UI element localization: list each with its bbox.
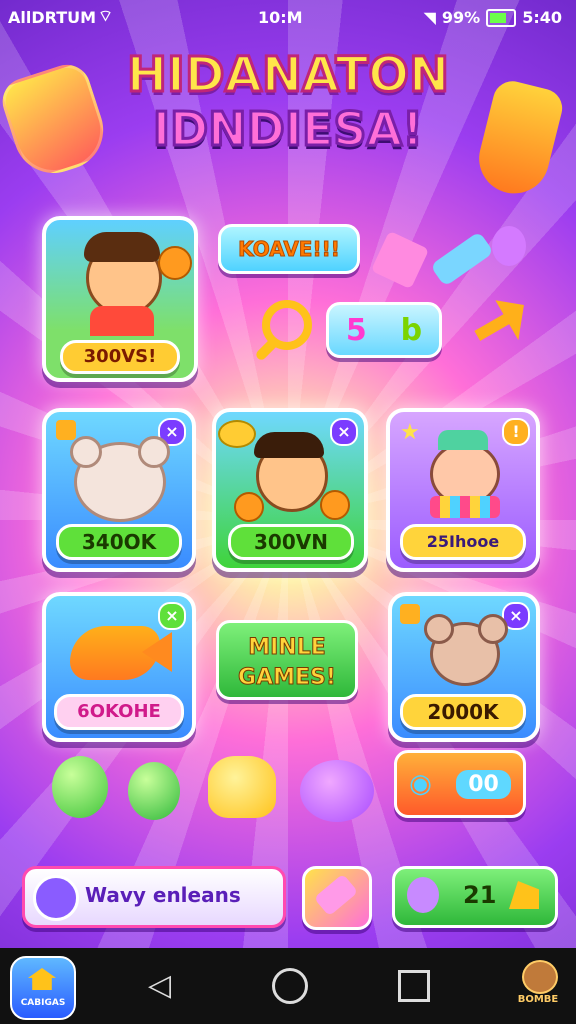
bear-ear-right <box>138 436 170 468</box>
status-extra: 5:40 <box>522 8 562 27</box>
game-card-cat[interactable]: ! ★ 25Ihooe <box>386 408 540 572</box>
orange-ball-icon <box>158 246 192 280</box>
balloon-icon <box>407 877 439 913</box>
cat-hat <box>438 430 488 450</box>
mini-games-line-2: GAMES! <box>238 665 337 691</box>
home-icon[interactable] <box>272 968 308 1004</box>
mini-games-line-1: MINLE <box>248 635 327 661</box>
coin-icon <box>218 420 256 448</box>
game-card-bear[interactable]: × 340OK <box>42 408 196 572</box>
gift-icon <box>56 420 76 440</box>
koave-badge[interactable]: KOAVE!!! <box>218 224 360 274</box>
featured-reward-pill: 300VS! <box>60 340 180 374</box>
status-bar: AllDRTUM ⌔ 10:M ◥ 99% 5:40 <box>0 0 576 36</box>
counter-a: 5 <box>345 312 367 348</box>
title-line-1: HIDANATON <box>125 47 450 104</box>
orange-ball-icon <box>234 492 264 522</box>
kid-hair <box>84 232 160 262</box>
count-value: 21 <box>463 881 497 909</box>
scarf <box>430 496 500 518</box>
profile-app-label: BOMBE <box>517 994 559 1005</box>
cheese-icon <box>509 881 539 909</box>
bottle-icon <box>313 873 359 917</box>
kid-hair <box>254 432 324 458</box>
mini-games-button[interactable]: MINLE GAMES! <box>216 620 358 700</box>
green-balloon-icon[interactable] <box>128 762 180 820</box>
card-value-pill: 6OKOHE <box>54 694 184 730</box>
purple-gamepad-icon[interactable] <box>300 760 374 822</box>
house-icon <box>28 968 56 990</box>
game-title: HIDANATON IDNDIESA! <box>100 47 476 158</box>
clock: 10:M <box>258 8 303 27</box>
counter-b: b <box>400 312 423 348</box>
close-icon[interactable]: × <box>330 418 358 446</box>
gamepad-icon: ◉ <box>409 769 432 799</box>
card-value-pill: 300VN <box>228 524 354 560</box>
orange-ball-icon <box>320 490 350 520</box>
gift-icon <box>400 604 420 624</box>
wifi-icon: ⌔ <box>98 6 114 25</box>
featured-card[interactable]: 300VS! <box>42 216 198 382</box>
controller-badge[interactable]: ◉ 00 <box>394 750 526 818</box>
card-value-pill: 340OK <box>56 524 182 560</box>
bear-ear-left <box>70 436 102 468</box>
title-line-2: IDNDIESA! <box>151 101 424 158</box>
game-card-mouse[interactable]: × 2000K <box>388 592 540 742</box>
info-icon[interactable]: ! <box>502 418 530 446</box>
back-icon[interactable]: ◁ <box>148 968 171 1003</box>
carrier-label: AllDRTUM <box>8 8 97 27</box>
star-icon: ★ <box>400 420 420 445</box>
battery-icon <box>486 8 517 27</box>
signal-icon: ◥ <box>423 8 436 27</box>
card-value-pill: 25Ihooe <box>400 524 526 560</box>
home-app-button[interactable]: CABIGAS <box>10 956 76 1020</box>
monkey-icon <box>522 960 558 994</box>
count-button[interactable]: 21 <box>392 866 558 928</box>
controller-badge-value: 00 <box>456 769 511 799</box>
green-balloon-icon[interactable] <box>52 756 108 818</box>
counter-pill[interactable]: 5 b <box>326 302 442 358</box>
battery-percent: 99% <box>441 8 481 27</box>
profile-icon <box>33 875 79 921</box>
search-input[interactable]: Wavy enleans <box>85 883 241 907</box>
game-card-fish[interactable]: × 6OKOHE <box>42 592 196 742</box>
search-bar[interactable]: Wavy enleans <box>22 866 286 928</box>
game-card-kid[interactable]: × 300VN <box>212 408 368 572</box>
close-icon[interactable]: × <box>158 602 186 630</box>
mouse-ear-left <box>424 614 454 644</box>
recents-icon[interactable] <box>398 970 430 1002</box>
profile-app-button[interactable]: BOMBE <box>508 958 568 1016</box>
card-value-pill: 2000K <box>400 694 526 730</box>
bottle-button[interactable] <box>302 866 372 930</box>
mouse-ear-right <box>478 614 508 644</box>
home-app-label: CABIGAS <box>20 998 66 1008</box>
shirt <box>90 306 154 336</box>
balloon-icon <box>492 226 526 266</box>
yellow-chick-icon[interactable] <box>208 756 276 818</box>
